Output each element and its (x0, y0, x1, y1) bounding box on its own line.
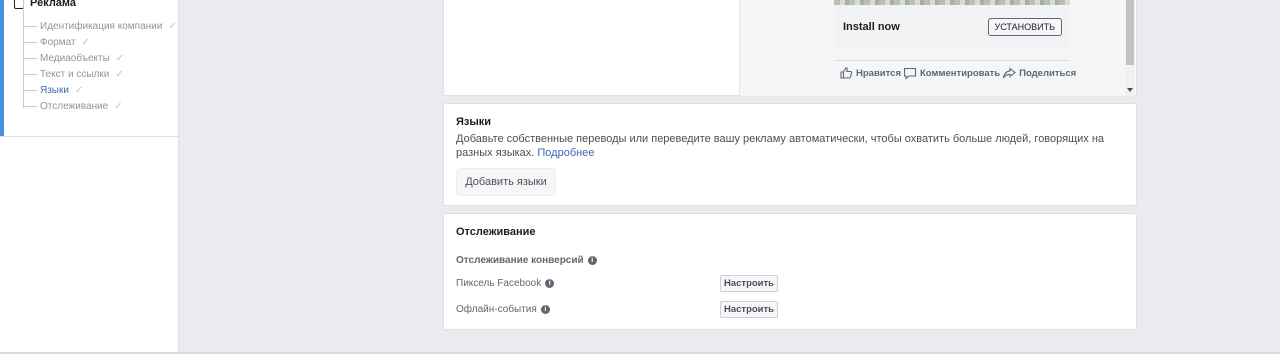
share-action[interactable]: Поделиться (1002, 66, 1076, 80)
pixel-setup-button[interactable]: Настроить (720, 275, 778, 292)
info-icon[interactable]: i (545, 279, 555, 288)
nav-item-label: Отслеживание (40, 100, 109, 112)
info-icon[interactable]: i (587, 256, 597, 265)
check-icon: ✓ (115, 68, 124, 80)
ad-divider (834, 60, 1070, 61)
sidebar-divider (0, 136, 178, 137)
nav-item-text-links[interactable]: Текст и ссылки ✓ (23, 66, 124, 82)
nav-item-label: Языки (40, 84, 69, 96)
share-label: Поделиться (1019, 67, 1077, 79)
comment-action[interactable]: Комментировать (903, 66, 1000, 80)
tree-connector (23, 73, 37, 75)
info-icon[interactable]: i (540, 305, 550, 314)
comment-icon (903, 67, 917, 80)
facebook-pixel-label: Пиксель Facebook (456, 278, 542, 289)
ad-preview: Install now УСТАНОВИТЬ (834, 0, 1070, 49)
ad-preview-panel: Install now УСТАНОВИТЬ Нравится Комменти… (443, 0, 1137, 96)
tree-connector (23, 25, 37, 27)
nav-item-label: Формат (40, 36, 76, 48)
scrollbar-thumb[interactable] (1126, 0, 1134, 65)
left-navigation: Реклама Идентификация компании ✓ Формат … (0, 0, 179, 354)
languages-title: Языки (456, 116, 492, 128)
check-icon: ✓ (115, 52, 125, 64)
nav-item-tracking[interactable]: Отслеживание ✓ (23, 98, 123, 114)
nav-item-identity[interactable]: Идентификация компании ✓ (23, 18, 177, 34)
languages-section: Языки Добавьте собственные переводы или … (443, 103, 1137, 206)
comment-label: Комментировать (919, 67, 1001, 79)
tree-connector (23, 89, 37, 91)
conversion-tracking-row: Отслеживание конверсий i (456, 255, 597, 266)
like-icon (840, 67, 853, 79)
tree-connector (23, 105, 37, 107)
scroll-down-icon[interactable] (1127, 88, 1133, 92)
check-icon: ✓ (114, 100, 123, 112)
ad-image (834, 0, 1070, 5)
learn-more-link[interactable]: Подробнее (537, 147, 594, 159)
add-languages-button[interactable]: Добавить языки (456, 168, 556, 196)
nav-item-label: Медиаобъекты (40, 52, 110, 64)
share-icon (1003, 67, 1017, 79)
offline-events-label: Офлайн-события (456, 304, 537, 315)
nav-item-label: Текст и ссылки (40, 68, 110, 80)
tree-connector (23, 41, 37, 43)
active-section-indicator (0, 0, 4, 136)
install-cta-button[interactable]: УСТАНОВИТЬ (987, 18, 1062, 36)
install-now-text: Install now (843, 21, 900, 33)
nav-section-label: Реклама (30, 0, 77, 9)
tracking-title: Отслеживание (456, 226, 536, 238)
nav-item-languages[interactable]: Языки ✓ (23, 82, 83, 98)
offline-events-row: Офлайн-события i (456, 304, 550, 315)
like-action[interactable]: Нравится (839, 66, 901, 80)
nav-item-label: Идентификация компании (40, 20, 163, 32)
ad-reactions-bar: Нравится Комментировать Поделиться (839, 66, 1078, 80)
nav-item-format[interactable]: Формат ✓ (23, 34, 90, 50)
check-icon: ✓ (74, 84, 84, 96)
check-icon: ✓ (81, 36, 90, 48)
like-label: Нравится (856, 67, 901, 79)
languages-description: Добавьте собственные переводы или переве… (456, 132, 1116, 160)
nav-item-media[interactable]: Медиаобъекты ✓ (23, 50, 124, 66)
offline-setup-button[interactable]: Настроить (720, 301, 778, 318)
conversion-tracking-label: Отслеживание конверсий (456, 255, 584, 266)
tree-connector (23, 57, 37, 59)
facebook-pixel-row: Пиксель Facebook i (456, 278, 555, 289)
check-icon: ✓ (168, 20, 177, 32)
tracking-section: Отслеживание Отслеживание конверсий i Пи… (443, 213, 1137, 330)
preview-scrollbar[interactable] (1125, 0, 1135, 96)
